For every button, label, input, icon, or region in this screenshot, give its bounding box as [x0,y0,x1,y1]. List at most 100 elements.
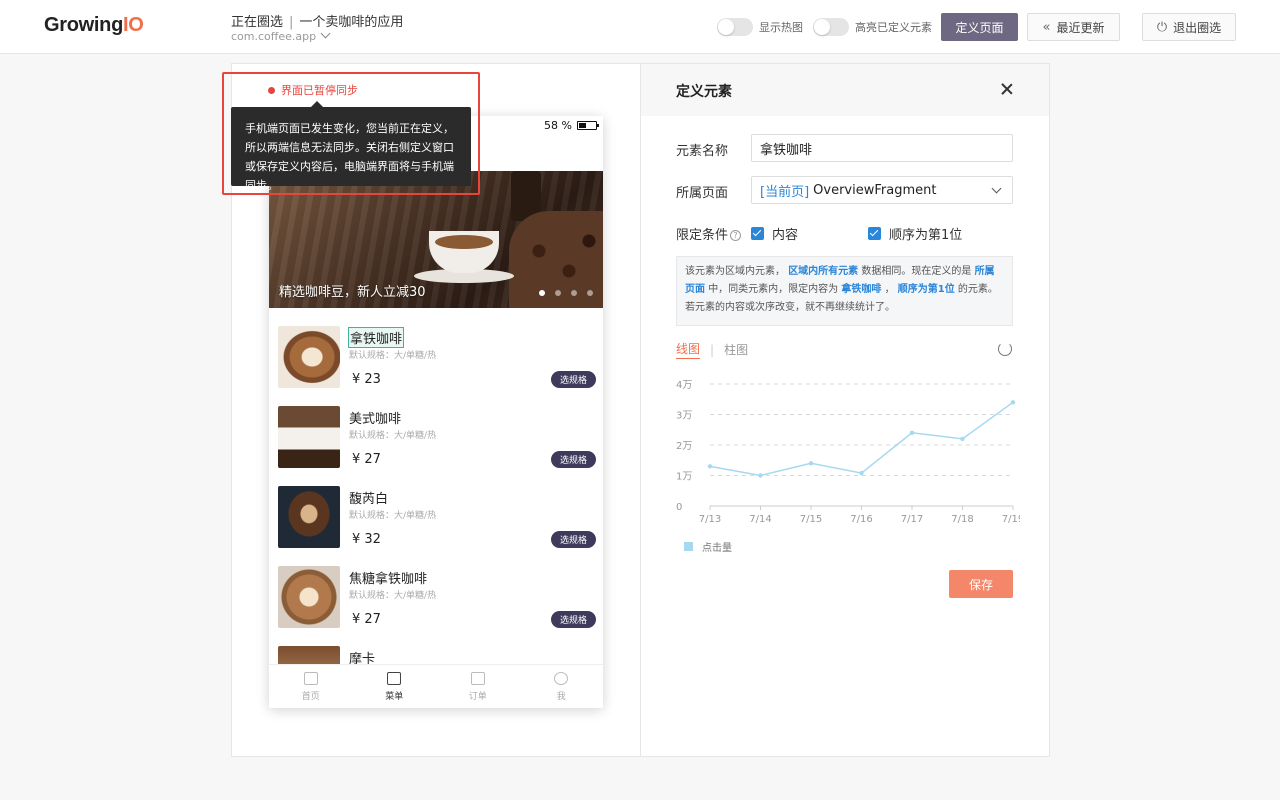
highlight-toggle[interactable]: 高亮已定义元素 [813,18,932,36]
tab-home[interactable]: 首页 [269,665,353,708]
product-item[interactable]: 美式咖啡 默认规格：大/单糖/热 ¥ 27 选规格 [278,406,596,470]
refresh-icon[interactable] [998,342,1012,356]
product-price: ¥ 27 [352,452,381,467]
page-select[interactable]: [当前页] OverviewFragment [751,176,1013,204]
panel-title: 定义元素 [676,84,732,100]
save-button[interactable]: 保存 [949,570,1013,598]
double-chevron-left-icon: « [1042,19,1051,35]
help-icon[interactable]: ? [730,230,742,241]
select-spec-button[interactable]: 选规格 [551,611,596,628]
heatmap-toggle[interactable]: 显示热图 [717,18,803,36]
clicks-line-chart: 0 1万 2万 3万 4万 7/13 7/14 7/15 7/16 7/17 7/18 7/19 [676,380,1020,525]
x-tick-label: 7/18 [951,514,973,525]
y-tick-label: 1万 [676,472,692,483]
chevron-down-icon [991,183,1002,194]
product-title[interactable]: 焦糖拿铁咖啡 [349,568,427,587]
product-spec: 默认规格：大/单糖/热 [349,351,437,361]
power-icon: ⏻ [1156,19,1168,35]
phone-tab-bar: 首页 菜单 订单 我 [269,664,603,708]
legend-swatch [684,542,693,551]
toggle-switch[interactable] [717,18,753,36]
element-name-input[interactable]: 拿铁咖啡 [751,134,1013,162]
x-tick-label: 7/17 [901,514,923,525]
banner-text: 精选咖啡豆，新人立减30 [279,285,426,300]
y-tick-label: 0 [676,502,682,513]
chart-type-tabs: 线图 | 柱图 [676,340,749,359]
chart-legend: 点击量 [684,539,732,554]
growingio-logo: GrowingIO [44,14,144,36]
x-tick-label: 7/16 [850,514,872,525]
select-spec-button[interactable]: 选规格 [551,371,596,388]
y-tick-label: 3万 [676,411,692,422]
menu-icon [387,671,402,685]
product-price: ¥ 23 [352,372,381,387]
data-point [859,470,864,476]
data-point [1010,400,1016,405]
panel-divider [640,63,641,757]
select-spec-button[interactable]: 选规格 [551,531,596,548]
recent-update-button[interactable]: «最近更新 [1027,13,1120,41]
x-tick-label: 7/14 [749,514,771,525]
data-point [909,430,915,435]
package-selector[interactable]: com.coffee.app [231,28,331,43]
data-point [758,473,763,478]
phone-preview: 58 % 啡 精选咖啡豆，新人立减30 拿铁咖啡 默认规格：大/单糖/热 ¥ 2… [269,116,603,708]
carousel-dot[interactable] [587,290,593,296]
product-title[interactable]: 馥芮白 [349,488,388,507]
tab-line-chart[interactable]: 线图 [676,340,701,359]
order-icon [470,671,485,685]
product-item[interactable]: 拿铁咖啡 默认规格：大/单糖/热 ¥ 23 选规格 [278,326,596,390]
profile-icon [554,671,569,685]
y-tick-label: 2万 [676,441,692,452]
tab-menu[interactable]: 菜单 [353,665,437,708]
tab-bar-chart[interactable]: 柱图 [724,341,748,358]
sync-tooltip: 手机端页面已发生变化，您当前正在定义，所以两端信息无法同步。关闭右侧定义窗口或保… [231,101,471,192]
define-page-button[interactable]: 定义页面 [941,13,1018,41]
close-icon[interactable] [999,82,1015,98]
exit-circling-button[interactable]: ⏻ 退出圈选 [1142,13,1236,41]
flat-white-image [278,486,340,548]
condition-label: 限定条件? [676,224,742,243]
product-spec: 默认规格：大/单糖/热 [349,431,437,441]
product-spec: 默认规格：大/单糖/热 [349,591,437,601]
checkbox-checked-icon[interactable] [751,227,764,240]
select-spec-button[interactable]: 选规格 [551,451,596,468]
product-item[interactable]: 焦糖拿铁咖啡 默认规格：大/单糖/热 ¥ 27 选规格 [278,566,596,630]
data-point [808,461,814,466]
series-line [709,401,1014,477]
product-price: ¥ 27 [352,612,381,627]
top-bar: GrowingIO 正在圈选 | 一个卖咖啡的应用 com.coffee.app 显… [0,0,1280,54]
product-price: ¥ 32 [352,532,381,547]
x-tick-label: 7/19 [1002,514,1020,525]
battery-status: 58 % [544,119,599,132]
x-tick-label: 7/15 [800,514,822,525]
battery-icon [577,121,599,130]
carousel-dot[interactable] [571,290,577,296]
sync-paused-status: 界面已暂停同步 [268,82,358,98]
circling-status: 正在圈选 | 一个卖咖啡的应用 [231,15,404,30]
tab-orders[interactable]: 订单 [436,665,520,708]
order-checkbox[interactable]: 顺序为第1位 [868,224,962,243]
toggle-switch[interactable] [813,18,849,36]
latte-art-image [278,326,340,388]
americano-image [278,406,340,468]
definition-description: 该元素为区域内元素， 区域内所有元素 数据相同。现在定义的是 所属页面 中，同类… [676,256,1013,326]
caramel-latte-image [278,566,340,628]
home-icon [303,671,318,685]
page-label: 所属页面 [676,186,729,201]
checkbox-checked-icon[interactable] [868,227,881,240]
carousel-dot[interactable] [555,290,561,296]
product-spec: 默认规格：大/单糖/热 [349,511,437,521]
tab-me[interactable]: 我 [520,665,604,708]
carousel-dot[interactable] [539,290,545,296]
product-title[interactable]: 美式咖啡 [349,408,401,427]
data-point [707,464,713,469]
product-item[interactable]: 馥芮白 默认规格：大/单糖/热 ¥ 32 选规格 [278,486,596,550]
content-checkbox[interactable]: 内容 [751,224,798,243]
carousel-dots [539,290,593,296]
data-point [960,436,965,442]
y-tick-label: 4万 [676,380,692,391]
product-title-selected[interactable]: 拿铁咖啡 [347,327,405,348]
status-dot-icon [268,86,275,94]
chevron-down-icon [320,28,331,39]
